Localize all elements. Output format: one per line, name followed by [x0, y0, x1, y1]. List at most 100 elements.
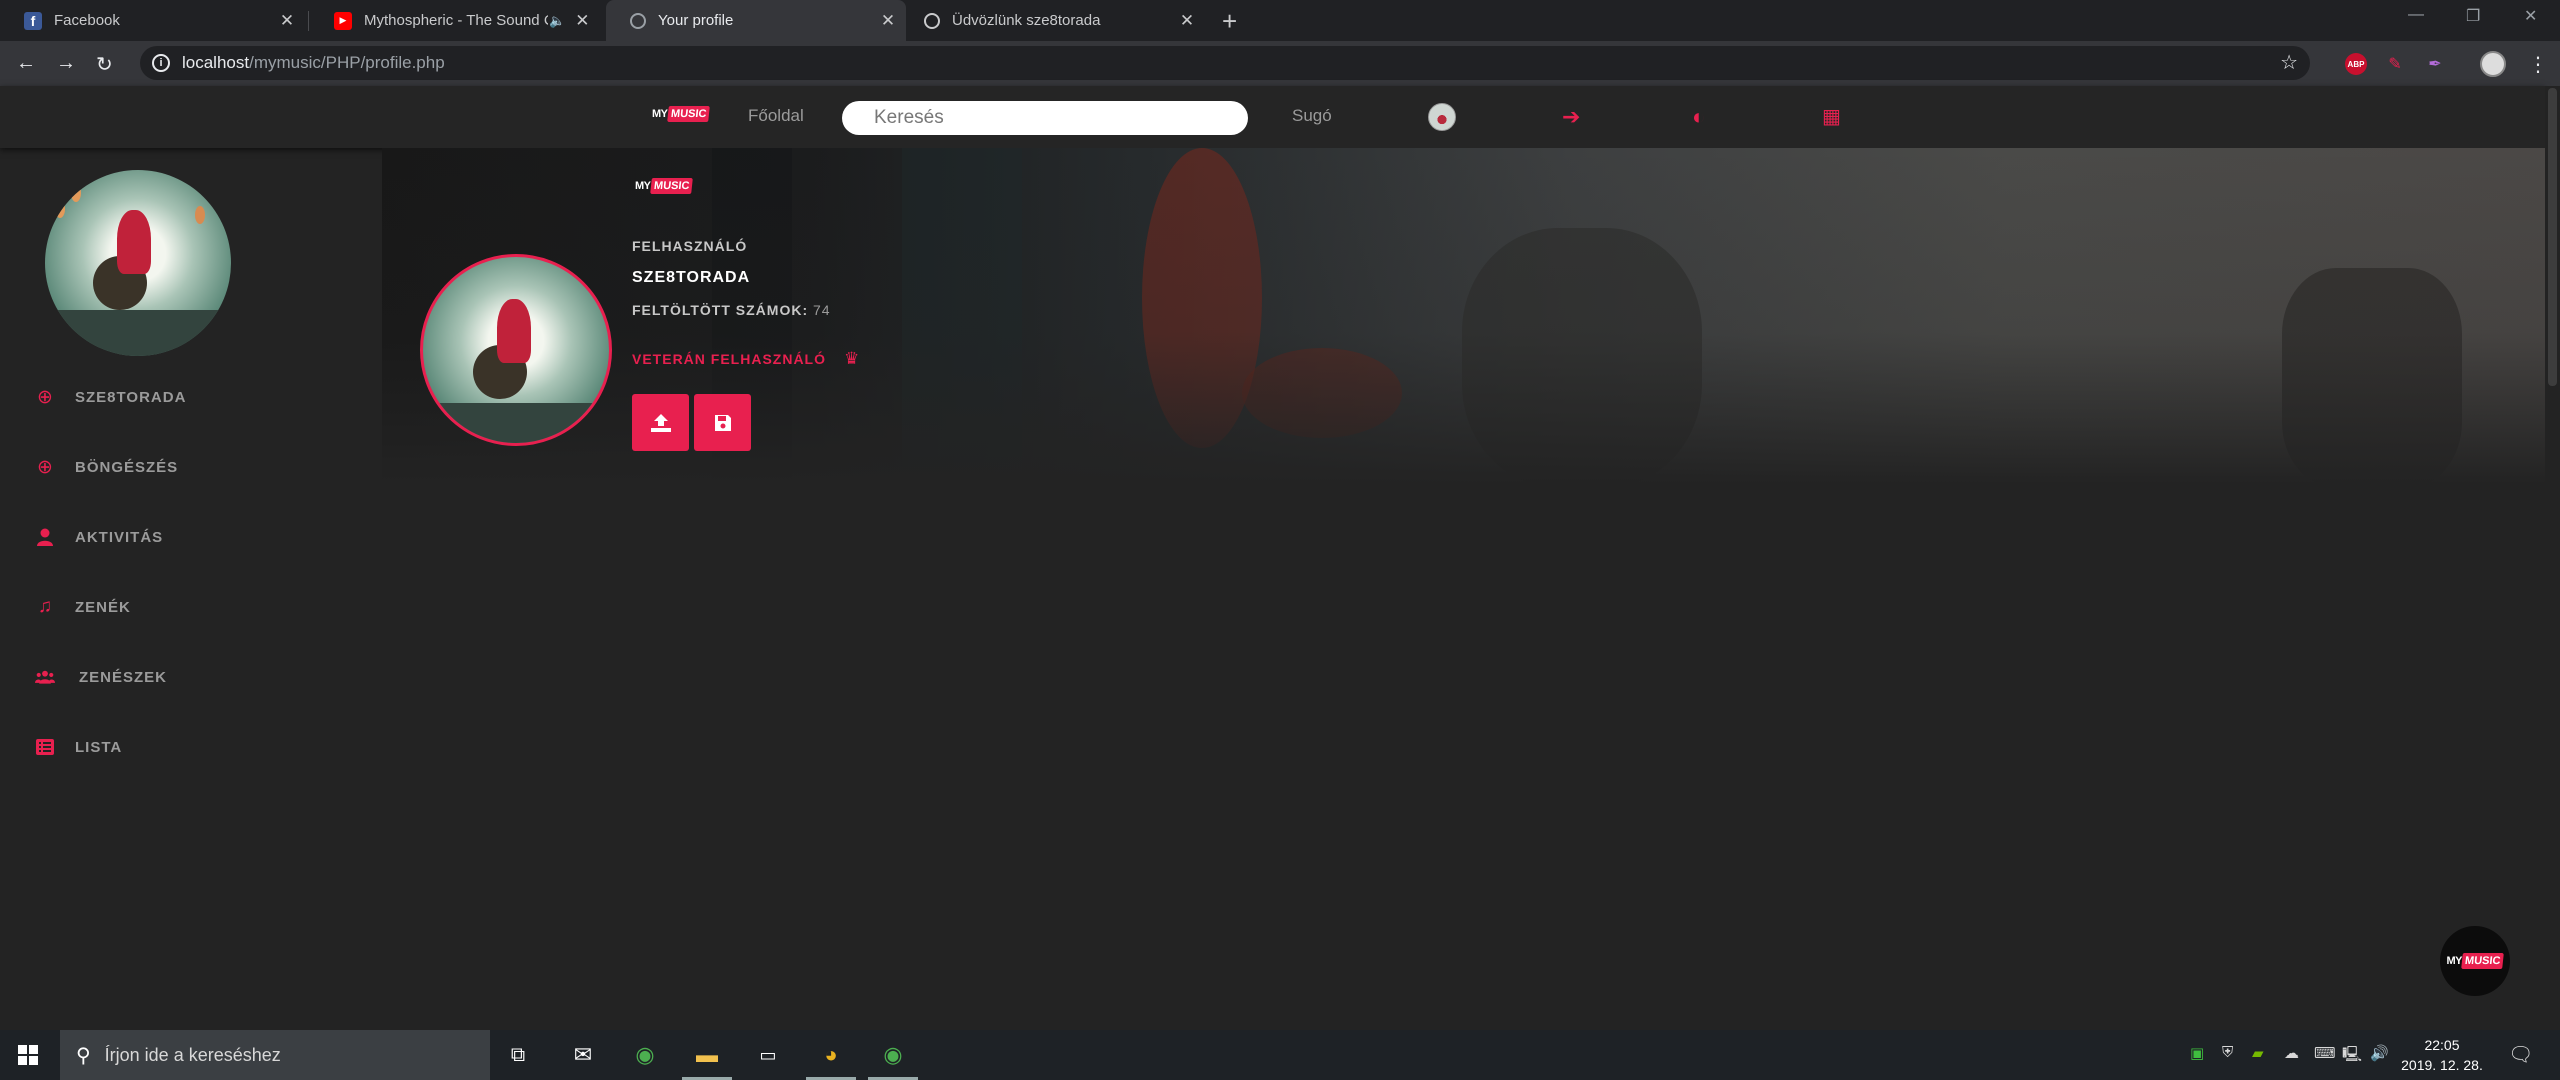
sidebar-item-songs[interactable]: ♫ ZENÉK — [35, 596, 131, 617]
clock-time: 22:05 — [2424, 1037, 2460, 1053]
audio-playing-icon[interactable]: 🔈 — [548, 13, 567, 29]
upload-icon — [650, 413, 671, 432]
crown-icon: ♛ — [844, 349, 861, 368]
address-bar[interactable]: i localhost/mymusic/PHP/profile.php ☆ — [140, 46, 2310, 80]
uploaded-tracks-count: 74 — [813, 302, 831, 318]
plus-circle-icon: ⊕ — [37, 456, 53, 478]
url-text[interactable]: localhost/mymusic/PHP/profile.php — [182, 53, 445, 73]
save-icon — [714, 414, 731, 431]
rank-label: VETERÁN FELHASZNÁLÓ — [632, 351, 826, 367]
windows-start-icon[interactable] — [18, 1045, 38, 1065]
nav-home-link[interactable]: Főoldal — [748, 106, 804, 126]
floating-logo-button[interactable]: MY MUSIC — [2440, 926, 2510, 996]
sidebar-avatar[interactable] — [45, 170, 231, 356]
taskbar-clock[interactable]: 22:05 2019. 12. 28. — [2392, 1035, 2492, 1075]
pen-extension-icon[interactable]: ✎ — [2384, 53, 2406, 75]
network-icon[interactable]: 🖳 — [2342, 1044, 2362, 1069]
browser-toolbar: ← → ↻ i localhost/mymusic/PHP/profile.ph… — [0, 41, 2560, 86]
logo-my: MY — [652, 108, 668, 120]
task-view-icon[interactable]: ⧉ — [503, 1040, 533, 1070]
plus-circle-icon: ⊕ — [37, 386, 53, 408]
facebook-icon: f — [24, 11, 42, 30]
profile-picture[interactable] — [420, 254, 612, 446]
minimize-icon[interactable]: — — [2408, 6, 2424, 24]
tab-title: Üdvözlünk sze8torada — [952, 12, 1101, 29]
globe-icon — [630, 12, 646, 29]
tab-title: Facebook — [54, 12, 120, 29]
tab-title: Your profile — [658, 12, 734, 29]
mail-icon[interactable]: ✉ — [568, 1040, 598, 1070]
sidebar-item-label: ZENÉSZEK — [79, 668, 168, 686]
sidebar-item-label: BÖNGÉSZÉS — [75, 458, 179, 476]
close-window-icon[interactable]: ✕ — [2524, 6, 2537, 26]
sidebar-item-artists[interactable]: ZENÉSZEK — [35, 667, 167, 687]
app-icon[interactable]: ◉ — [630, 1040, 660, 1070]
info-icon[interactable]: i — [152, 54, 170, 72]
tab-welcome[interactable]: Üdvözlünk sze8torada ✕ — [900, 0, 1205, 41]
site-header: MY MUSIC Főoldal Sugó ➔ ◐ ▦ — [0, 86, 2545, 148]
taskbar-search[interactable]: ⚲ Írjon ide a kereséshez — [60, 1030, 490, 1080]
upload-button[interactable] — [632, 394, 689, 451]
volume-icon[interactable]: 🔊 — [2370, 1044, 2389, 1062]
logo-my: MY — [635, 180, 651, 192]
search-icon: ⚲ — [76, 1044, 91, 1067]
uploaded-tracks-label: FELTÖLTÖTT SZÁMOK: — [632, 302, 809, 318]
profile-avatar-icon[interactable] — [2480, 51, 2506, 77]
nav-help-link[interactable]: Sugó — [1292, 106, 1332, 126]
sidebar-item-label: AKTIVITÁS — [75, 528, 164, 546]
reload-icon[interactable]: ↻ — [96, 52, 113, 77]
tab-your-profile[interactable]: Your profile ✕ — [606, 0, 906, 41]
cloud-offline-icon[interactable]: ☁ — [2284, 1044, 2299, 1062]
rank-badge: VETERÁN FELHASZNÁLÓ ♛ — [632, 349, 860, 369]
profile-role-label: FELHASZNÁLÓ — [632, 238, 748, 254]
nvidia-icon[interactable]: ▰ — [2252, 1044, 2264, 1062]
profile-username: SZE8TORADA — [632, 269, 751, 286]
youtube-icon: ▶ — [334, 11, 352, 30]
menu-dots-icon[interactable]: ⋮ — [2528, 52, 2548, 77]
tab-close-icon[interactable]: ✕ — [1177, 11, 1197, 31]
restore-icon[interactable]: ❐ — [2466, 6, 2480, 26]
tab-close-icon[interactable]: ✕ — [573, 11, 592, 31]
new-tab-button[interactable]: + — [1222, 6, 1237, 37]
user-icon — [35, 527, 55, 547]
list-icon — [35, 737, 55, 757]
sidebar-item-list[interactable]: LISTA — [35, 737, 122, 757]
music-note-icon: ♫ — [37, 596, 53, 617]
sidebar-item-activity[interactable]: AKTIVITÁS — [35, 527, 163, 547]
sidebar-item-profile[interactable]: ⊕ SZE8TORADA — [35, 386, 187, 408]
tab-close-icon[interactable]: ✕ — [277, 11, 297, 31]
page-scrollbar[interactable] — [2545, 86, 2560, 1030]
fab-logo: MY MUSIC — [2447, 953, 2505, 969]
save-button[interactable] — [694, 394, 751, 451]
tray-app-icon[interactable]: ▣ — [2190, 1044, 2204, 1062]
forward-icon[interactable]: → — [56, 52, 76, 75]
logo-music: MUSIC — [666, 106, 710, 122]
mymusic-logo[interactable]: MY MUSIC — [652, 106, 710, 122]
keyboard-icon[interactable]: ⌨ — [2314, 1044, 2336, 1062]
browser-tab-bar: f Facebook ✕ ▶ Mythospheric - The Sound … — [0, 0, 2560, 41]
bookmark-star-icon[interactable]: ☆ — [2280, 50, 2298, 75]
back-icon[interactable]: ← — [16, 52, 36, 75]
sidebar-item-browse[interactable]: ⊕ BÖNGÉSZÉS — [35, 456, 179, 478]
terminal-icon[interactable]: ▭ — [753, 1040, 783, 1070]
sidebar-item-label: ZENÉK — [75, 598, 131, 616]
security-icon[interactable]: ⛨ — [2222, 1044, 2233, 1061]
notifications-icon[interactable]: 🗨 — [2508, 1042, 2533, 1067]
logo-music: MUSIC — [2461, 953, 2505, 969]
contrast-icon[interactable]: ◐ — [1692, 104, 1705, 130]
user-avatar[interactable] — [1428, 103, 1456, 131]
feather-extension-icon[interactable]: ✒ — [2424, 53, 2446, 75]
tab-youtube[interactable]: ▶ Mythospheric - The Sound C 🔈 ✕ — [310, 0, 600, 41]
sign-in-icon[interactable]: ➔ — [1562, 104, 1580, 130]
chrome-icon[interactable]: ◕ — [816, 1040, 846, 1070]
search-input[interactable] — [842, 101, 1248, 135]
grid-icon[interactable]: ▦ — [1822, 104, 1841, 129]
tab-close-icon[interactable]: ✕ — [878, 11, 898, 31]
uploaded-tracks: FELTÖLTÖTT SZÁMOK: 74 — [632, 302, 831, 318]
sidebar-item-label: SZE8TORADA — [75, 388, 187, 406]
logo-music: MUSIC — [649, 178, 693, 194]
app-icon[interactable]: ◉ — [878, 1040, 908, 1070]
adblock-icon[interactable]: ABP — [2345, 53, 2367, 75]
file-explorer-icon[interactable]: ▬ — [692, 1040, 722, 1070]
tab-facebook[interactable]: f Facebook ✕ — [0, 0, 305, 41]
